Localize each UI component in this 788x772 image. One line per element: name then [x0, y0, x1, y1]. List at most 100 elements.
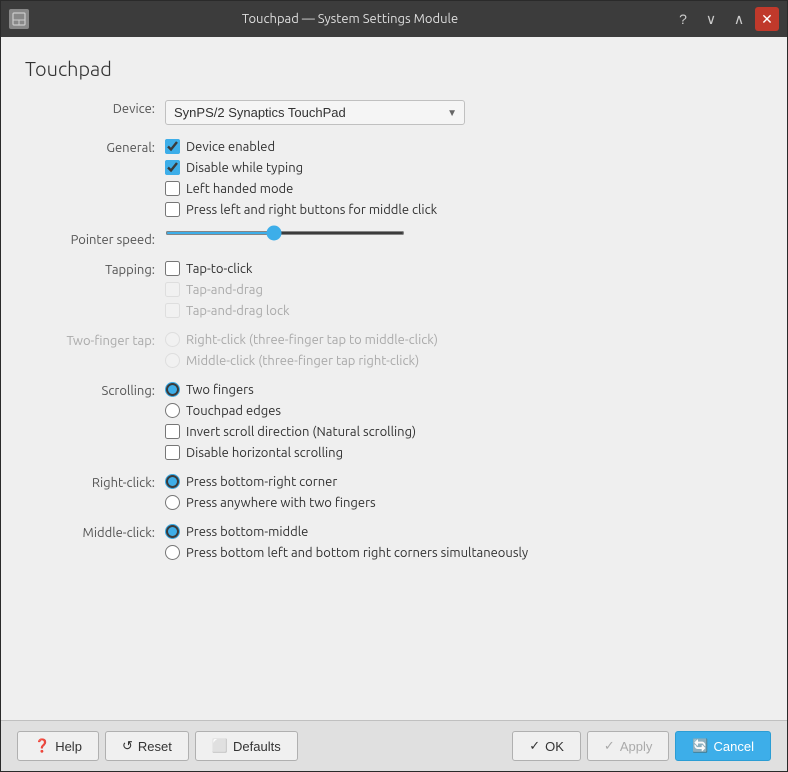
titlebar-left: [9, 9, 29, 29]
two-finger-tap-controls: Right-click (three-finger tap to middle-…: [165, 332, 763, 368]
page-title: Touchpad: [25, 57, 763, 80]
apply-button[interactable]: ✓ Apply: [587, 731, 669, 761]
invert-scroll-label: Invert scroll direction (Natural scrolli…: [186, 425, 416, 439]
two-finger-tap-option-1: Middle-click (three-finger tap right-cli…: [165, 353, 763, 368]
tap-and-drag-label: Tap-and-drag: [186, 283, 263, 297]
general-option-2: Left handed mode: [165, 181, 763, 196]
form-section: Device: SynPS/2 Synaptics TouchPad Gener…: [25, 100, 763, 560]
general-controls: Device enabled Disable while typing Left…: [165, 139, 763, 217]
ok-icon: ✓: [529, 738, 540, 754]
middle-click-three-label: Middle-click (three-finger tap right-cli…: [186, 354, 419, 368]
minimize-button[interactable]: ∨: [699, 7, 723, 31]
two-finger-tap-label: Two-finger tap:: [25, 332, 155, 348]
scrolling-row: Scrolling: Two fingers Touchpad edges In…: [25, 382, 763, 460]
middle-click-lr-checkbox[interactable]: [165, 202, 180, 217]
titlebar-title: Touchpad — System Settings Module: [242, 12, 458, 26]
disable-typing-checkbox[interactable]: [165, 160, 180, 175]
press-bottom-middle-radio[interactable]: [165, 524, 180, 539]
middle-click-option-0: Press bottom-middle: [165, 524, 763, 539]
device-enabled-checkbox[interactable]: [165, 139, 180, 154]
help-button[interactable]: ❓ Help: [17, 731, 99, 761]
middle-click-label: Middle-click:: [25, 524, 155, 540]
disable-horizontal-checkbox[interactable]: [165, 445, 180, 460]
help-icon: ❓: [34, 738, 50, 754]
touchpad-icon: [9, 9, 29, 29]
two-finger-tap-option-0: Right-click (three-finger tap to middle-…: [165, 332, 763, 347]
tapping-row: Tapping: Tap-to-click Tap-and-drag Tap-a…: [25, 261, 763, 318]
pointer-speed-controls: [165, 231, 763, 235]
middle-click-option-1: Press bottom left and bottom right corne…: [165, 545, 763, 560]
device-controls: SynPS/2 Synaptics TouchPad: [165, 100, 763, 125]
defaults-icon: ⬜: [212, 738, 228, 754]
general-option-3: Press left and right buttons for middle …: [165, 202, 763, 217]
device-row: Device: SynPS/2 Synaptics TouchPad: [25, 100, 763, 125]
general-option-1: Disable while typing: [165, 160, 763, 175]
footer-left: ❓ Help ↺ Reset ⬜ Defaults: [17, 731, 298, 761]
tap-and-drag-checkbox[interactable]: [165, 282, 180, 297]
titlebar-controls: ? ∨ ∧ ✕: [671, 7, 779, 31]
help-label: Help: [55, 739, 82, 754]
footer-right: ✓ OK ✓ Apply 🔄 Cancel: [512, 731, 771, 761]
defaults-button[interactable]: ⬜ Defaults: [195, 731, 298, 761]
right-click-option-0: Press bottom-right corner: [165, 474, 763, 489]
press-bottom-both-radio[interactable]: [165, 545, 180, 560]
apply-label: Apply: [620, 739, 653, 754]
right-click-row: Right-click: Press bottom-right corner P…: [25, 474, 763, 510]
tap-to-click-label: Tap-to-click: [186, 262, 252, 276]
scrolling-radio-0: Two fingers: [165, 382, 763, 397]
help-button[interactable]: ?: [671, 7, 695, 31]
middle-click-row: Middle-click: Press bottom-middle Press …: [25, 524, 763, 560]
press-bottom-middle-label: Press bottom-middle: [186, 525, 308, 539]
press-bottom-both-label: Press bottom left and bottom right corne…: [186, 546, 528, 560]
cancel-icon: 🔄: [692, 738, 708, 754]
two-finger-tap-row: Two-finger tap: Right-click (three-finge…: [25, 332, 763, 368]
general-option-0: Device enabled: [165, 139, 763, 154]
right-click-option-1: Press anywhere with two fingers: [165, 495, 763, 510]
pointer-speed-slider[interactable]: [165, 231, 405, 235]
scrolling-controls: Two fingers Touchpad edges Invert scroll…: [165, 382, 763, 460]
tap-drag-lock-checkbox[interactable]: [165, 303, 180, 318]
press-anywhere-two-radio[interactable]: [165, 495, 180, 510]
tapping-option-0: Tap-to-click: [165, 261, 763, 276]
window: Touchpad — System Settings Module ? ∨ ∧ …: [0, 0, 788, 772]
close-button[interactable]: ✕: [755, 7, 779, 31]
scrolling-radio-1: Touchpad edges: [165, 403, 763, 418]
right-click-three-radio[interactable]: [165, 332, 180, 347]
middle-click-controls: Press bottom-middle Press bottom left an…: [165, 524, 763, 560]
disable-typing-label: Disable while typing: [186, 161, 303, 175]
reset-icon: ↺: [122, 738, 133, 754]
touchpad-edges-radio[interactable]: [165, 403, 180, 418]
pointer-speed-label: Pointer speed:: [25, 231, 155, 247]
ok-button[interactable]: ✓ OK: [512, 731, 581, 761]
tapping-option-1: Tap-and-drag: [165, 282, 763, 297]
general-label: General:: [25, 139, 155, 155]
middle-click-three-radio[interactable]: [165, 353, 180, 368]
titlebar-center: Touchpad — System Settings Module: [29, 12, 671, 26]
cancel-label: Cancel: [714, 739, 754, 754]
invert-scroll-checkbox[interactable]: [165, 424, 180, 439]
device-select[interactable]: SynPS/2 Synaptics TouchPad: [165, 100, 465, 125]
left-handed-label: Left handed mode: [186, 182, 293, 196]
tap-to-click-checkbox[interactable]: [165, 261, 180, 276]
content-area: Touchpad Device: SynPS/2 Synaptics Touch…: [1, 37, 787, 720]
footer: ❓ Help ↺ Reset ⬜ Defaults ✓ OK ✓ Apply �: [1, 720, 787, 771]
scrolling-label: Scrolling:: [25, 382, 155, 398]
left-handed-checkbox[interactable]: [165, 181, 180, 196]
right-click-three-label: Right-click (three-finger tap to middle-…: [186, 333, 438, 347]
tapping-controls: Tap-to-click Tap-and-drag Tap-and-drag l…: [165, 261, 763, 318]
two-fingers-radio[interactable]: [165, 382, 180, 397]
reset-button[interactable]: ↺ Reset: [105, 731, 189, 761]
slider-container: [165, 231, 405, 235]
device-enabled-label: Device enabled: [186, 140, 275, 154]
touchpad-edges-label: Touchpad edges: [186, 404, 281, 418]
tap-drag-lock-label: Tap-and-drag lock: [186, 304, 290, 318]
maximize-button[interactable]: ∧: [727, 7, 751, 31]
pointer-speed-row: Pointer speed:: [25, 231, 763, 247]
scrolling-check-0: Invert scroll direction (Natural scrolli…: [165, 424, 763, 439]
cancel-button[interactable]: 🔄 Cancel: [675, 731, 771, 761]
press-anywhere-two-label: Press anywhere with two fingers: [186, 496, 376, 510]
ok-label: OK: [545, 739, 564, 754]
right-click-controls: Press bottom-right corner Press anywhere…: [165, 474, 763, 510]
defaults-label: Defaults: [233, 739, 281, 754]
press-bottom-right-radio[interactable]: [165, 474, 180, 489]
